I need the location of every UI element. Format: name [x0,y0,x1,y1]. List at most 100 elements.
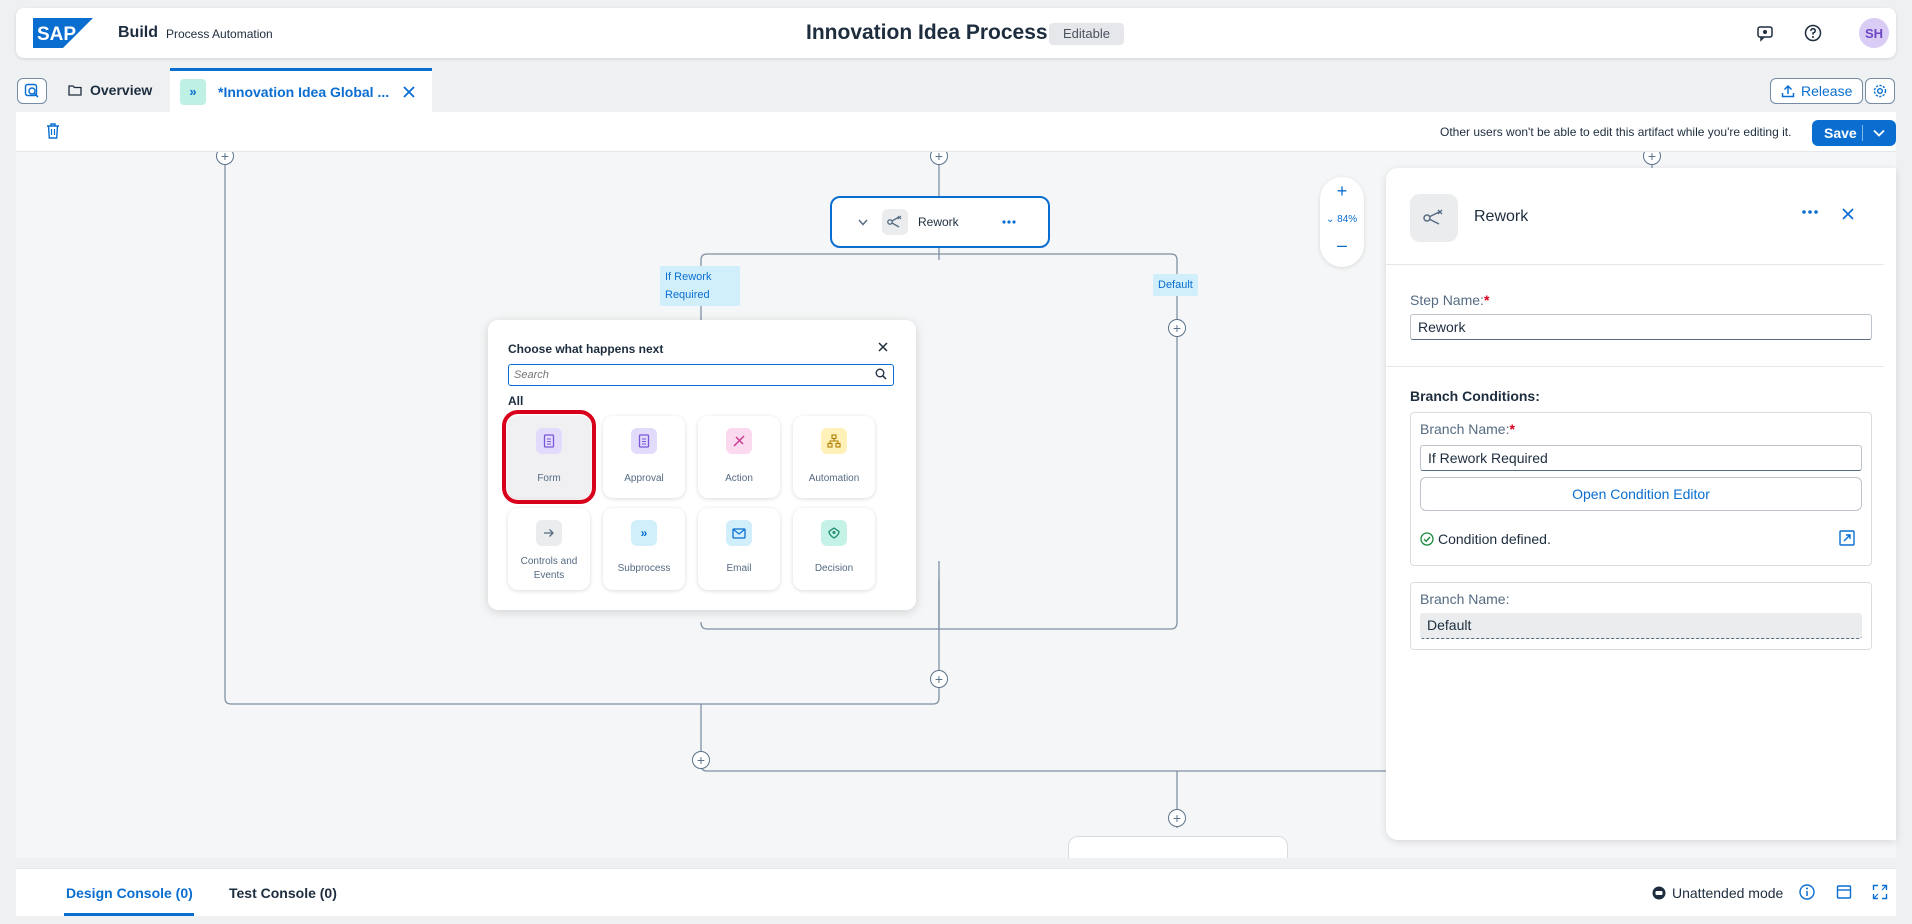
page-title: Innovation Idea Process [806,21,1048,44]
branch-card-default: Branch Name: Default [1410,582,1872,650]
info-icon[interactable] [1799,884,1815,900]
search-icon[interactable] [875,368,887,380]
rework-branch-node[interactable]: Rework [830,196,1050,248]
add-step-button[interactable]: + [1168,809,1186,827]
chevron-down-icon[interactable] [1863,129,1895,137]
tile-automation[interactable]: Automation [793,416,875,498]
release-label: Release [1801,83,1853,99]
dock-panel-icon[interactable] [1836,884,1852,900]
shell-bar: SAP Build Process Automation Innovation … [16,8,1896,58]
branch-name-label: Branch Name:* [1420,421,1515,437]
status-badge: Editable [1049,23,1124,45]
popover-title: Choose what happens next [508,342,664,356]
upload-icon [1781,84,1795,98]
step-name-input[interactable]: Rework [1410,314,1872,340]
decision-icon [821,520,847,546]
branch-card-rework: Branch Name:* If Rework Required Open Co… [1410,412,1872,566]
find-in-canvas-button[interactable] [17,78,47,104]
tile-action[interactable]: Action [698,416,780,498]
branch-name-input[interactable]: If Rework Required [1420,445,1862,471]
step-name-label: Step Name:* [1410,292,1490,308]
search-field [508,364,894,386]
condition-status: Condition defined. [1420,531,1551,547]
gear-icon [1873,84,1887,98]
tab-overview[interactable]: Overview [60,70,160,110]
zoom-in-button[interactable]: + [1320,181,1364,202]
open-condition-editor-button[interactable]: Open Condition Editor [1420,477,1862,511]
tile-email[interactable]: Email [698,508,780,590]
branch-label-rework[interactable]: If Rework Required [660,266,740,306]
tile-decision[interactable]: Decision [793,508,875,590]
close-icon[interactable] [403,85,415,98]
avatar[interactable]: SH [1859,18,1889,48]
more-icon[interactable] [1802,210,1818,214]
release-button[interactable]: Release [1770,78,1864,104]
arrow-right-icon [536,520,562,546]
delete-icon[interactable] [46,123,60,139]
tab-innovation-idea-global[interactable]: » *Innovation Idea Global ... [170,68,432,112]
add-step-button[interactable]: + [930,670,948,688]
zoom-level[interactable]: ⌄ 84% [1326,214,1357,225]
folder-icon [68,85,82,96]
unattended-mode[interactable]: Unattended mode [1652,885,1783,901]
branch-conditions-title: Branch Conditions: [1410,388,1540,404]
search-document-icon [24,83,39,98]
feedback-icon[interactable] [1753,21,1777,45]
save-label: Save [1824,125,1857,141]
search-input[interactable] [514,366,864,384]
subprocess-icon: » [631,520,657,546]
tile-controls-and-events[interactable]: Controls and Events [508,508,590,590]
tile-subprocess[interactable]: » Subprocess [603,508,685,590]
tile-label: Subprocess [617,563,671,574]
tile-form[interactable]: Form [502,410,596,504]
tile-label: Decision [814,563,854,574]
tab-label: *Innovation Idea Global ... [218,83,390,100]
automation-icon [821,428,847,454]
chevron-down-icon[interactable] [858,219,868,226]
add-step-button[interactable]: + [692,751,710,769]
tile-approval[interactable]: Approval [603,416,685,498]
console-bar: Design Console (0) Test Console (0) Unat… [16,868,1896,916]
subprocess-icon: » [180,78,206,105]
branch-icon [1410,194,1458,242]
settings-button[interactable] [1865,78,1895,104]
panel-title: Rework [1474,208,1529,225]
product-name: Process Automation [166,27,273,41]
sap-logo[interactable]: SAP [33,18,93,48]
brand-name: Build [118,24,158,41]
check-circle-icon [1420,532,1434,546]
more-icon[interactable] [1002,220,1016,224]
close-icon[interactable] [878,342,888,352]
toolbar: Other users won't be able to edit this a… [16,112,1896,152]
tab-test-console[interactable]: Test Console (0) [229,885,337,901]
branch-name-readonly: Default [1420,613,1862,639]
branch-name-label: Branch Name: [1420,591,1510,607]
end-node[interactable] [1068,836,1288,858]
tile-label: Automation [808,473,860,484]
tab-design-console[interactable]: Design Console (0) [66,885,193,901]
node-label: Rework [918,215,959,229]
tile-label: Action [725,473,753,484]
save-button[interactable]: Save [1812,120,1896,146]
zoom-control: + ⌄ 84% – [1320,177,1364,267]
robot-icon [1652,886,1666,900]
open-in-new-icon[interactable] [1839,530,1855,546]
approval-icon [631,428,657,454]
add-step-button[interactable]: + [1168,319,1186,337]
close-icon[interactable] [1842,208,1854,220]
help-icon[interactable] [1801,21,1825,45]
tile-label: Form [537,473,561,484]
tile-label: Approval [624,473,664,484]
lock-message: Other users won't be able to edit this a… [1440,125,1792,139]
branch-label-default[interactable]: Default [1153,274,1198,296]
branch-icon [882,209,908,235]
tile-label: Email [726,563,752,574]
group-label: All [508,394,524,408]
zoom-out-button[interactable]: – [1320,235,1364,256]
properties-panel: Rework Step Name:* Rework Branch Conditi… [1386,168,1896,840]
email-icon [726,520,752,546]
svg-text:SAP: SAP [37,24,76,45]
next-step-popover: Choose what happens next All Form Approv… [488,320,916,610]
form-icon [536,428,562,454]
fullscreen-icon[interactable] [1872,884,1888,900]
